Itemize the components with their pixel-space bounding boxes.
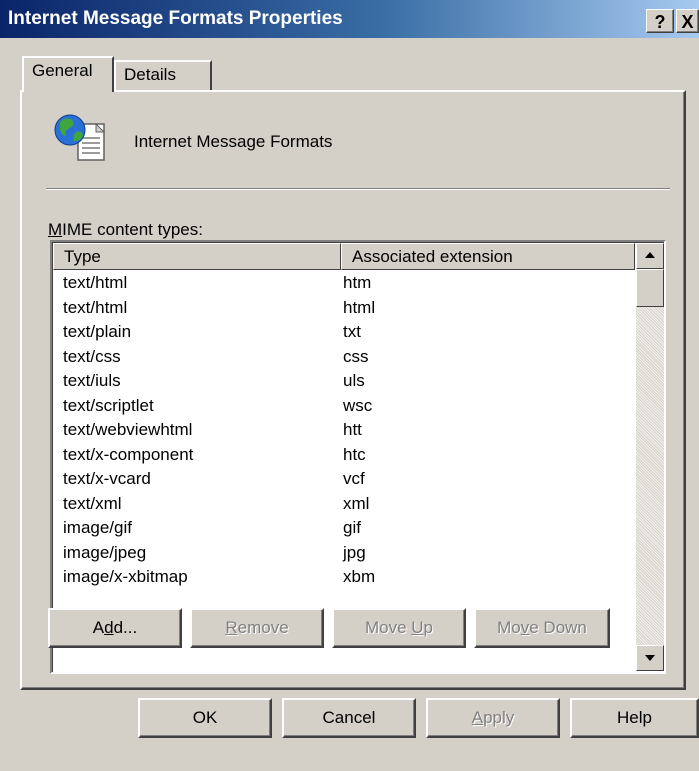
property-name: Internet Message Formats [134,132,333,151]
general-tab-panel: Internet Message Formats MIME content ty… [20,90,686,690]
extension-cell: uls [343,371,365,390]
tab-general[interactable]: General [22,56,114,92]
down-arrow-icon [645,655,655,661]
extension-cell: xbm [343,567,376,586]
table-row[interactable]: text/html html [53,296,635,321]
add-button[interactable]: Add... [48,608,182,648]
type-cell: text/plain [63,322,132,341]
extension-cell: gif [343,518,361,537]
type-cell: text/iuls [63,371,121,390]
mime-list-label: MIME content types: [48,220,203,239]
table-row[interactable]: text/scriptlet wsc [53,394,635,419]
ok-button[interactable]: OK [138,698,272,738]
table-row[interactable]: image/gif gif [53,516,635,541]
table-row[interactable]: text/iuls uls [53,369,635,394]
scroll-thumb[interactable] [636,269,664,307]
extension-cell: htc [343,444,366,464]
extension-cell: htm [343,273,372,292]
extension-cell: wsc [343,395,373,415]
extension-cell: vcf [343,469,365,488]
extension-cell: htt [343,420,362,439]
help-caption-button[interactable]: ? [646,9,674,33]
table-row[interactable]: text/html htm [53,271,635,296]
help-button[interactable]: Help [570,698,699,738]
type-cell: text/x-vcard [63,469,151,488]
move-up-button[interactable]: Move Up [332,608,466,648]
type-cell: text/webviewhtml [63,420,193,439]
table-row[interactable]: image/jpeg jpg [53,541,635,566]
globe-document-icon [54,114,106,161]
type-cell: text/html [63,273,128,292]
move-down-button[interactable]: Move Down [474,608,610,648]
type-cell: text/x-component [63,444,194,464]
table-row[interactable]: text/webviewhtml htt [53,418,635,443]
scroll-up-button[interactable] [636,243,664,269]
table-row[interactable]: image/x-xbitmap xbm [53,565,635,590]
table-row[interactable]: text/css css [53,345,635,370]
table-row[interactable]: text/plain txt [53,320,635,345]
tab-details[interactable]: Details [114,60,212,90]
table-row[interactable]: text/x-vcard vcf [53,467,635,492]
table-row[interactable]: text/x-component htc [53,443,635,468]
window-title: Internet Message Formats Properties [8,8,343,29]
type-cell: image/gif [63,518,132,537]
extension-cell: html [343,297,376,317]
type-cell: text/xml [63,493,122,513]
apply-button[interactable]: Apply [426,698,560,738]
type-cell: text/html [63,297,128,317]
type-cell: image/jpeg [63,542,147,562]
scroll-down-button[interactable] [636,645,664,671]
remove-button[interactable]: Remove [190,608,324,648]
column-header-extension[interactable]: Associated extension [341,243,635,270]
cancel-button[interactable]: Cancel [282,698,416,738]
extension-cell: css [343,346,369,366]
table-row[interactable]: text/xml xml [53,492,635,517]
extension-cell: jpg [343,542,366,562]
type-cell: text/scriptlet [63,395,154,415]
extension-cell: txt [343,322,361,341]
type-cell: image/x-xbitmap [63,567,188,586]
vertical-scrollbar[interactable] [636,243,664,671]
column-header-type[interactable]: Type [53,243,341,270]
properties-dialog: Internet Message Formats Properties ? X … [0,0,699,771]
type-cell: text/css [63,346,121,366]
close-button[interactable]: X [676,9,699,33]
extension-cell: xml [343,493,370,513]
up-arrow-icon [645,252,655,258]
separator [46,188,670,190]
mime-rows: text/html htm text/html html text/plain txt… [53,271,635,590]
title-bar[interactable]: Internet Message Formats Properties ? X [0,0,699,38]
